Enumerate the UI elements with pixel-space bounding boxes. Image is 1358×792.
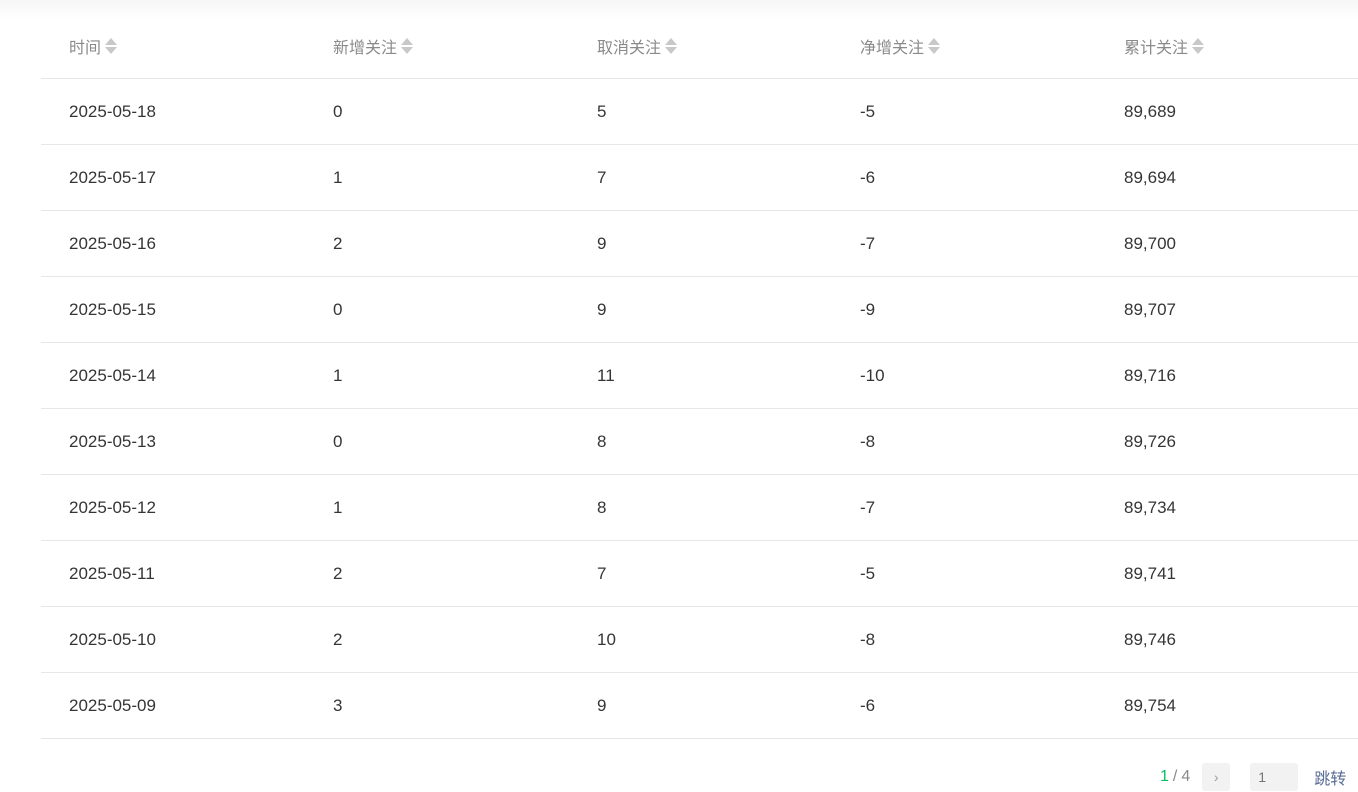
header-label: 累计关注	[1124, 40, 1189, 57]
pagination: 1 / 4 › 跳转	[1160, 762, 1346, 792]
cell-net: -8	[860, 629, 876, 649]
cell-new: 0	[333, 101, 343, 121]
cell-net: -8	[860, 431, 876, 451]
cell-net: -7	[860, 497, 876, 517]
cell-date: 2025-05-13	[69, 431, 156, 451]
sort-icon[interactable]	[105, 37, 118, 55]
cell-total: 89,746	[1124, 629, 1176, 649]
table-row: 2025-05-15 0 9 -9 89,707	[41, 277, 1358, 343]
table-row: 2025-05-13 0 8 -8 89,726	[41, 409, 1358, 475]
cell-cancel: 10	[597, 629, 616, 649]
cell-new: 1	[333, 365, 343, 385]
cell-new: 2	[333, 233, 343, 253]
table-row: 2025-05-10 2 10 -8 89,746	[41, 607, 1358, 673]
table-row: 2025-05-17 1 7 -6 89,694	[41, 145, 1358, 211]
cell-new: 1	[333, 497, 343, 517]
cell-date: 2025-05-15	[69, 299, 156, 319]
header-label: 净增关注	[860, 40, 925, 57]
cell-total: 89,734	[1124, 497, 1176, 517]
header-net-follows[interactable]: 净增关注	[860, 14, 941, 78]
sort-icon[interactable]	[1192, 37, 1205, 55]
sort-icon[interactable]	[665, 37, 678, 55]
cell-cancel: 11	[597, 365, 615, 385]
header-new-follows[interactable]: 新增关注	[333, 14, 414, 78]
header-label: 时间	[69, 40, 102, 57]
cell-net: -5	[860, 101, 876, 121]
current-page: 1	[1160, 768, 1169, 785]
cell-net: -5	[860, 563, 876, 583]
cell-net: -6	[860, 695, 876, 715]
cell-new: 2	[333, 563, 343, 583]
chevron-right-icon: ›	[1213, 769, 1219, 785]
cell-date: 2025-05-10	[69, 629, 156, 649]
cell-net: -9	[860, 299, 876, 319]
cell-new: 1	[333, 167, 343, 187]
table-row: 2025-05-11 2 7 -5 89,741	[41, 541, 1358, 607]
header-label: 新增关注	[333, 40, 398, 57]
total-pages: 4	[1181, 768, 1191, 785]
header-total-follows[interactable]: 累计关注	[1124, 14, 1205, 78]
cell-date: 2025-05-11	[69, 563, 155, 583]
cell-total: 89,754	[1124, 695, 1176, 715]
cell-cancel: 7	[597, 563, 607, 583]
cell-new: 3	[333, 695, 343, 715]
header-unfollows[interactable]: 取消关注	[597, 14, 678, 78]
page-jump-input[interactable]	[1250, 763, 1299, 791]
cell-total: 89,726	[1124, 431, 1176, 451]
table-row: 2025-05-12 1 8 -7 89,734	[41, 475, 1358, 541]
cell-date: 2025-05-14	[69, 365, 156, 385]
cell-cancel: 8	[597, 431, 607, 451]
cell-total: 89,689	[1124, 101, 1176, 121]
cell-new: 0	[333, 299, 343, 319]
cell-total: 89,700	[1124, 233, 1176, 253]
cell-cancel: 7	[597, 167, 607, 187]
cell-date: 2025-05-16	[69, 233, 156, 253]
cell-date: 2025-05-17	[69, 167, 156, 187]
cell-date: 2025-05-12	[69, 497, 156, 517]
cell-net: -6	[860, 167, 876, 187]
table-row: 2025-05-16 2 9 -7 89,700	[41, 211, 1358, 277]
page-separator: /	[1172, 768, 1178, 785]
cell-cancel: 9	[597, 299, 607, 319]
cell-date: 2025-05-09	[69, 695, 156, 715]
table-row: 2025-05-18 0 5 -5 89,689	[41, 79, 1358, 145]
jump-button[interactable]: 跳转	[1314, 765, 1346, 789]
cell-net: -10	[860, 365, 885, 385]
cell-cancel: 8	[597, 497, 607, 517]
table-header: 时间 新增关注 取消关注 净增关注 累计关注	[41, 14, 1358, 79]
sort-icon[interactable]	[928, 37, 941, 55]
header-label: 取消关注	[597, 40, 662, 57]
cell-date: 2025-05-18	[69, 101, 156, 121]
stats-table: 时间 新增关注 取消关注 净增关注 累计关注 2025-05-18 0 5 -5…	[41, 14, 1358, 739]
cell-new: 2	[333, 629, 343, 649]
header-time[interactable]: 时间	[69, 14, 118, 78]
cell-net: -7	[860, 233, 876, 253]
cell-total: 89,716	[1124, 365, 1176, 385]
table-row: 2025-05-09 3 9 -6 89,754	[41, 673, 1358, 739]
cell-cancel: 9	[597, 695, 607, 715]
next-page-button[interactable]: ›	[1202, 763, 1231, 791]
cell-cancel: 9	[597, 233, 607, 253]
cell-new: 0	[333, 431, 343, 451]
cell-total: 89,707	[1124, 299, 1176, 319]
sort-icon[interactable]	[401, 37, 414, 55]
cell-cancel: 5	[597, 101, 607, 121]
cell-total: 89,741	[1124, 563, 1176, 583]
cell-total: 89,694	[1124, 167, 1176, 187]
table-row: 2025-05-14 1 11 -10 89,716	[41, 343, 1358, 409]
